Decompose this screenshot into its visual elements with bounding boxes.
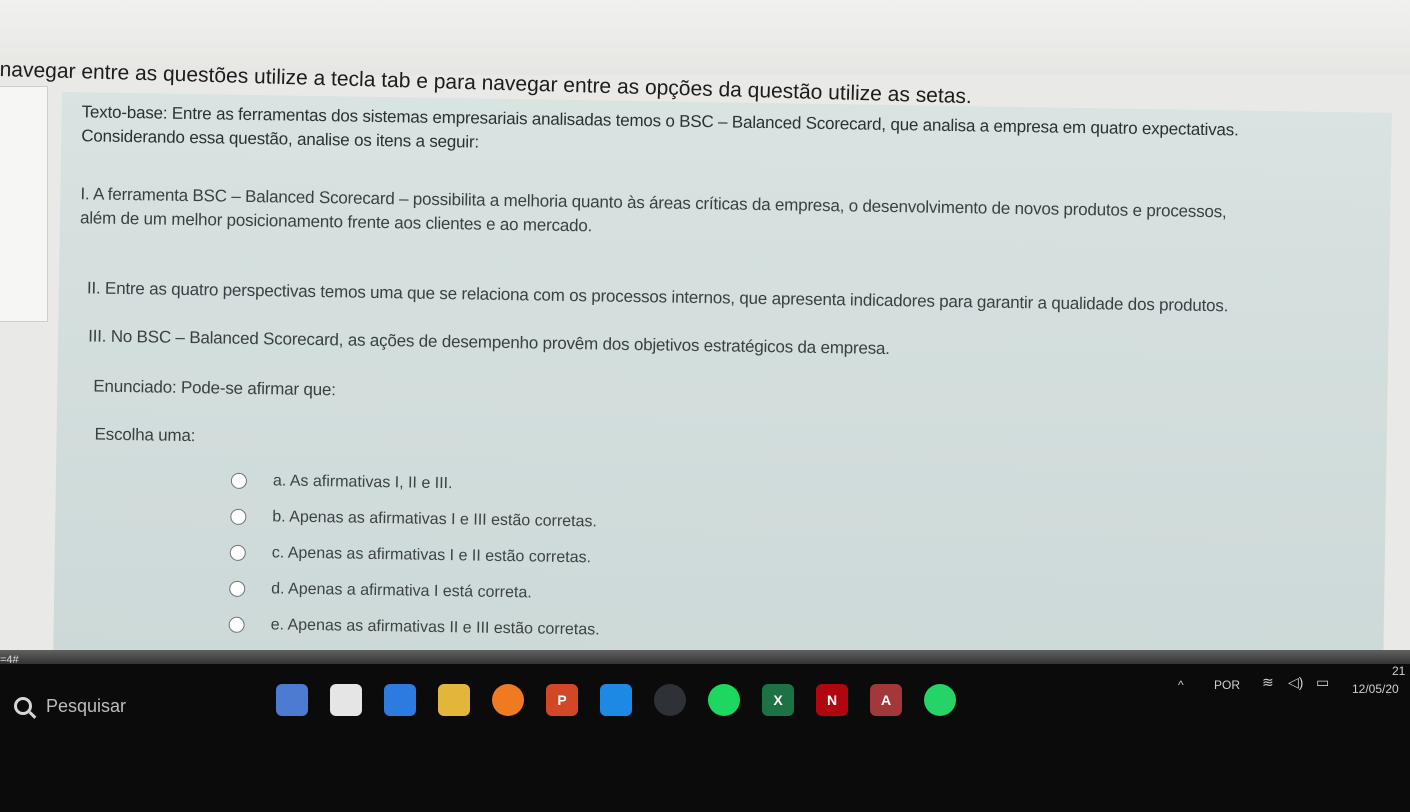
option-c[interactable]: c. Apenas as afirmativas I e II estão co… bbox=[229, 541, 592, 571]
radio-button[interactable] bbox=[228, 616, 245, 633]
access-icon[interactable]: A bbox=[870, 684, 902, 716]
spotify-icon[interactable] bbox=[708, 684, 740, 716]
radio-button[interactable] bbox=[229, 580, 246, 597]
volume-icon[interactable]: ◁) bbox=[1288, 674, 1303, 691]
option-a[interactable]: a. As afirmativas I, II e III. bbox=[230, 469, 453, 496]
taskbar-search[interactable]: Pesquisar bbox=[14, 686, 254, 726]
item-1-continuation: além de um melhor posicionamento frente … bbox=[79, 208, 593, 236]
item-3: III. No BSC – Balanced Scorecard, as açõ… bbox=[88, 326, 890, 359]
copilot-icon[interactable] bbox=[384, 684, 416, 716]
radio-button[interactable] bbox=[229, 544, 246, 561]
texto-base-consideration: Considerando essa questão, analise os it… bbox=[81, 126, 480, 152]
excel-icon[interactable]: X bbox=[762, 684, 794, 716]
clock-date[interactable]: 12/05/20 bbox=[1352, 682, 1399, 696]
enunciado: Enunciado: Pode-se afirmar que: bbox=[93, 376, 336, 400]
whatsapp-icon[interactable] bbox=[924, 684, 956, 716]
battery-icon[interactable]: ▭ bbox=[1316, 674, 1329, 691]
option-label: d. Apenas a afirmativa I está correta. bbox=[271, 580, 532, 602]
option-d[interactable]: d. Apenas a afirmativa I está correta. bbox=[229, 577, 532, 606]
tray-overflow-icon[interactable]: ^ bbox=[1178, 678, 1184, 692]
screen: navegar entre as questões utilize a tecl… bbox=[0, 0, 1410, 812]
question-card: Texto-base: Entre as ferramentas dos sis… bbox=[53, 92, 1392, 678]
option-label: b. Apenas as afirmativas I e III estão c… bbox=[272, 508, 598, 531]
option-label: a. As afirmativas I, II e III. bbox=[272, 472, 453, 493]
option-b[interactable]: b. Apenas as afirmativas I e III estão c… bbox=[230, 505, 597, 535]
search-label: Pesquisar bbox=[46, 695, 127, 716]
radio-button[interactable] bbox=[230, 472, 248, 489]
radio-button[interactable] bbox=[230, 508, 247, 525]
explorer-window-icon[interactable] bbox=[330, 684, 362, 716]
item-2: II. Entre as quatro perspectivas temos u… bbox=[86, 278, 1229, 316]
wifi-icon[interactable]: ≋ bbox=[1262, 674, 1274, 691]
vscode-icon[interactable] bbox=[600, 684, 632, 716]
option-label: c. Apenas as afirmativas I e II estão co… bbox=[271, 544, 592, 567]
language-indicator[interactable]: POR bbox=[1214, 678, 1240, 692]
left-navigation-panel[interactable] bbox=[0, 86, 48, 322]
widgets-icon[interactable] bbox=[276, 684, 308, 716]
file-explorer-icon[interactable] bbox=[438, 684, 470, 716]
clock-time[interactable]: 21 bbox=[1392, 664, 1405, 678]
netflix-icon[interactable]: N bbox=[816, 684, 848, 716]
option-e[interactable]: e. Apenas as afirmativas II e III estão … bbox=[228, 613, 600, 643]
github-icon[interactable] bbox=[654, 684, 686, 716]
choose-one-label: Escolha uma: bbox=[94, 424, 196, 446]
option-label: e. Apenas as afirmativas II e III estão … bbox=[270, 616, 600, 639]
firefox-icon[interactable] bbox=[492, 684, 524, 716]
powerpoint-icon[interactable]: P bbox=[546, 684, 578, 716]
search-icon bbox=[14, 697, 32, 715]
